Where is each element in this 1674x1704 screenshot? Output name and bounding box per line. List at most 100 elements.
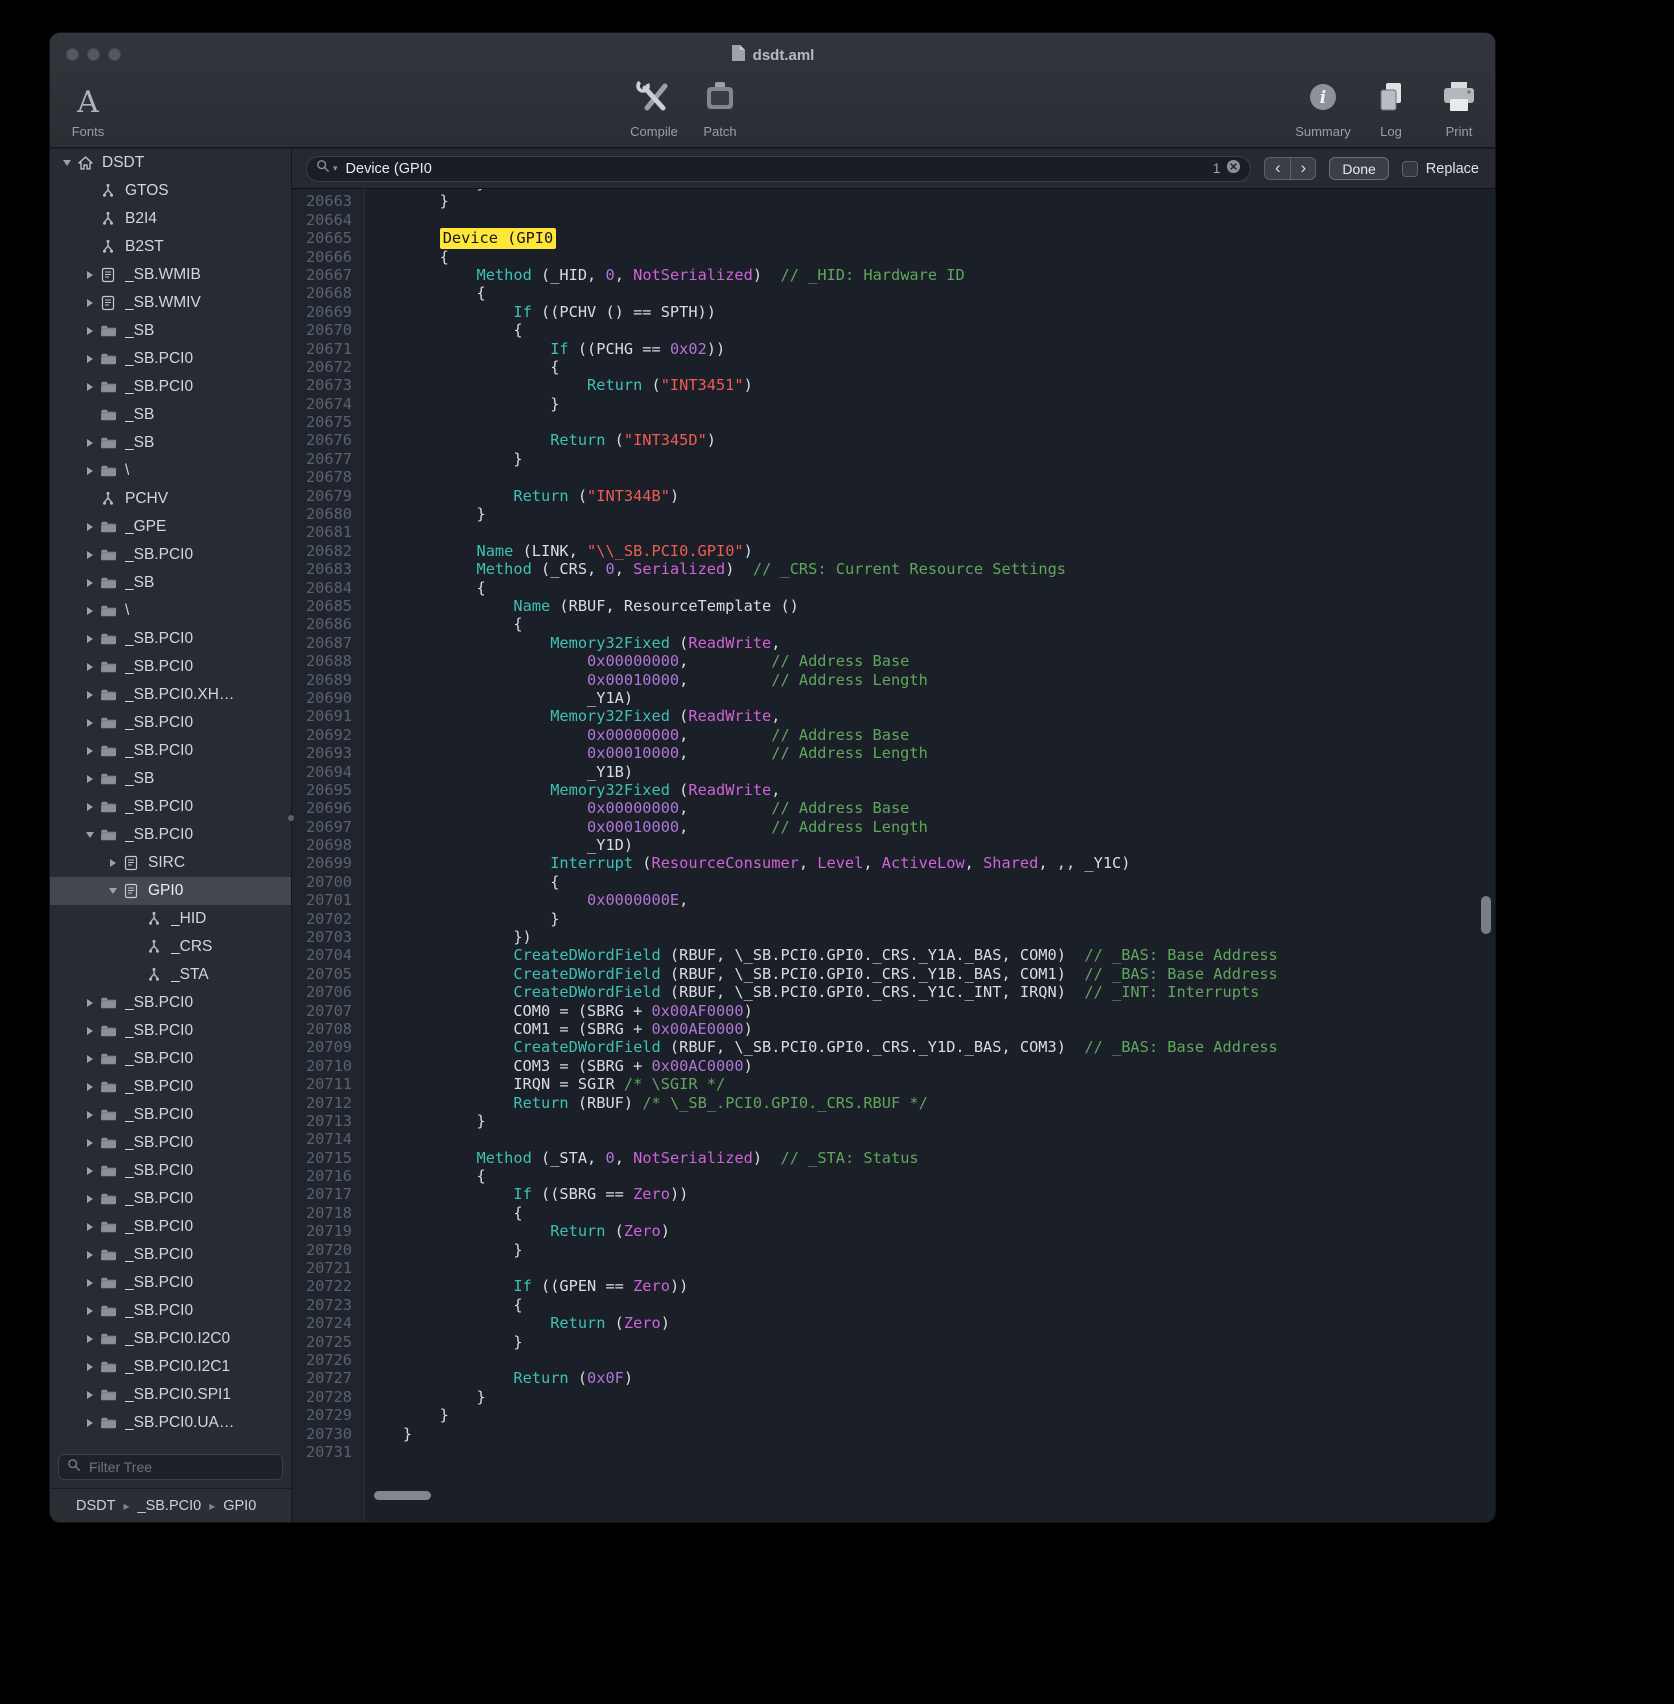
disclosure-triangle-icon[interactable] [81,1111,98,1119]
tree-item-sbpci0[interactable]: _SB.PCI0 [50,989,291,1017]
tree-item-sbpci0ua[interactable]: _SB.PCI0.UA… [50,1409,291,1437]
disclosure-triangle-icon[interactable] [81,327,98,335]
tree-item-gpe[interactable]: _GPE [50,513,291,541]
tree-item-crs[interactable]: _CRS [50,933,291,961]
vertical-scrollbar-thumb[interactable] [1481,896,1491,934]
search-options-chevron-icon[interactable]: ▾ [333,163,338,174]
find-query-input[interactable] [344,160,1207,178]
disclosure-triangle-icon[interactable] [81,1279,98,1287]
tree-item-sbpci0[interactable]: _SB.PCI0 [50,541,291,569]
disclosure-triangle-icon[interactable] [81,719,98,727]
tree-item-sbpci0[interactable]: _SB.PCI0 [50,1045,291,1073]
disclosure-triangle-icon[interactable] [81,663,98,671]
disclosure-triangle-icon[interactable] [81,999,98,1007]
tree-item-dsdt[interactable]: DSDT [50,149,291,177]
done-button[interactable]: Done [1329,157,1388,180]
disclosure-triangle-icon[interactable] [81,607,98,615]
disclosure-triangle-icon[interactable] [81,1419,98,1427]
disclosure-triangle-icon[interactable] [81,579,98,587]
tree-item-sbwmib[interactable]: _SB.WMIB [50,261,291,289]
disclosure-triangle-icon[interactable] [104,859,121,867]
disclosure-triangle-icon[interactable] [81,1195,98,1203]
breadcrumb-item[interactable]: _SB.PCI0 [138,1498,202,1514]
replace-checkbox[interactable] [1402,161,1418,177]
disclosure-triangle-icon[interactable] [104,888,121,894]
fonts-button[interactable]: A Fonts [60,77,116,139]
disclosure-triangle-icon[interactable] [81,439,98,447]
tree-item-sbpci0[interactable]: _SB.PCI0 [50,1213,291,1241]
disclosure-triangle-icon[interactable] [81,551,98,559]
disclosure-triangle-icon[interactable] [81,1363,98,1371]
tree-item-sbpci0[interactable]: _SB.PCI0 [50,373,291,401]
tree-item-sb[interactable]: _SB [50,401,291,429]
clear-search-icon[interactable] [1226,159,1241,179]
disclosure-triangle-icon[interactable] [81,1167,98,1175]
tree-item-sbpci0[interactable]: _SB.PCI0 [50,625,291,653]
disclosure-triangle-icon[interactable] [81,467,98,475]
tree-item-sbpci0[interactable]: _SB.PCI0 [50,1269,291,1297]
tree-item-b2st[interactable]: B2ST [50,233,291,261]
disclosure-triangle-icon[interactable] [81,635,98,643]
tree-item-sbpci0[interactable]: _SB.PCI0 [50,1073,291,1101]
tree-item-sbpci0[interactable]: _SB.PCI0 [50,1017,291,1045]
tree-item-sbpci0[interactable]: _SB.PCI0 [50,653,291,681]
sidebar-resize-handle[interactable] [288,815,294,821]
tree-item-sb[interactable]: _SB [50,765,291,793]
code-area[interactable]: 20662 }20663 }2066420665 Device (GPI0206… [292,189,1495,1522]
tree-item-sb[interactable]: _SB [50,429,291,457]
disclosure-triangle-icon[interactable] [81,747,98,755]
find-next-button[interactable]: › [1290,157,1316,180]
disclosure-triangle-icon[interactable] [81,1055,98,1063]
tree-item-sbpci0[interactable]: _SB.PCI0 [50,793,291,821]
tree-item-sbpci0[interactable]: _SB.PCI0 [50,1297,291,1325]
tree-item-gtos[interactable]: GTOS [50,177,291,205]
disclosure-triangle-icon[interactable] [81,1335,98,1343]
tree-item-sbpci0spi1[interactable]: _SB.PCI0.SPI1 [50,1381,291,1409]
tree-item-hid[interactable]: _HID [50,905,291,933]
tree-item-sb[interactable]: _SB [50,569,291,597]
tree-item-sta[interactable]: _STA [50,961,291,989]
tree-item-sb[interactable]: _SB [50,317,291,345]
disclosure-triangle-icon[interactable] [81,299,98,307]
tree-item-sbpci0[interactable]: _SB.PCI0 [50,1157,291,1185]
tree-item-pchv[interactable]: PCHV [50,485,291,513]
tree-item-sbwmiv[interactable]: _SB.WMIV [50,289,291,317]
tree-item-sbpci0[interactable]: _SB.PCI0 [50,345,291,373]
tree-item-sbpci0[interactable]: _SB.PCI0 [50,821,291,849]
tree-item-sbpci0i2c1[interactable]: _SB.PCI0.I2C1 [50,1353,291,1381]
disclosure-triangle-icon[interactable] [81,1083,98,1091]
tree-item-b2i4[interactable]: B2I4 [50,205,291,233]
tree-item-sbpci0[interactable]: _SB.PCI0 [50,1185,291,1213]
find-search-field[interactable]: ▾ 1 [306,156,1251,182]
tree-item-sbpci0i2c0[interactable]: _SB.PCI0.I2C0 [50,1325,291,1353]
print-button[interactable]: Print [1431,77,1487,139]
tree-item-sirc[interactable]: SIRC [50,849,291,877]
disclosure-triangle-icon[interactable] [81,1027,98,1035]
disclosure-triangle-icon[interactable] [81,355,98,363]
disclosure-triangle-icon[interactable] [81,775,98,783]
find-previous-button[interactable]: ‹ [1264,157,1290,180]
tree-item-sbpci0[interactable]: _SB.PCI0 [50,737,291,765]
tree-item-sbpci0[interactable]: _SB.PCI0 [50,1129,291,1157]
disclosure-triangle-icon[interactable] [81,383,98,391]
disclosure-triangle-icon[interactable] [81,1251,98,1259]
disclosure-triangle-icon[interactable] [81,1307,98,1315]
disclosure-triangle-icon[interactable] [81,271,98,279]
filter-tree-input[interactable] [87,1458,274,1476]
compile-button[interactable]: Compile [626,77,682,139]
disclosure-triangle-icon[interactable] [81,803,98,811]
disclosure-triangle-icon[interactable] [81,1223,98,1231]
disclosure-triangle-icon[interactable] [81,832,98,838]
tree-item-sbpci0[interactable]: _SB.PCI0 [50,709,291,737]
breadcrumb-item[interactable]: GPI0 [223,1498,256,1514]
tree-item-sbpci0xh[interactable]: _SB.PCI0.XH… [50,681,291,709]
disclosure-triangle-icon[interactable] [81,691,98,699]
tree-item-sbpci0[interactable]: _SB.PCI0 [50,1241,291,1269]
disclosure-triangle-icon[interactable] [58,160,75,166]
tree-item-[interactable]: \ [50,597,291,625]
breadcrumb-item[interactable]: DSDT [76,1498,115,1514]
disclosure-triangle-icon[interactable] [81,523,98,531]
disclosure-triangle-icon[interactable] [81,1391,98,1399]
filter-field[interactable] [58,1454,283,1480]
horizontal-scrollbar-thumb[interactable] [374,1491,431,1500]
